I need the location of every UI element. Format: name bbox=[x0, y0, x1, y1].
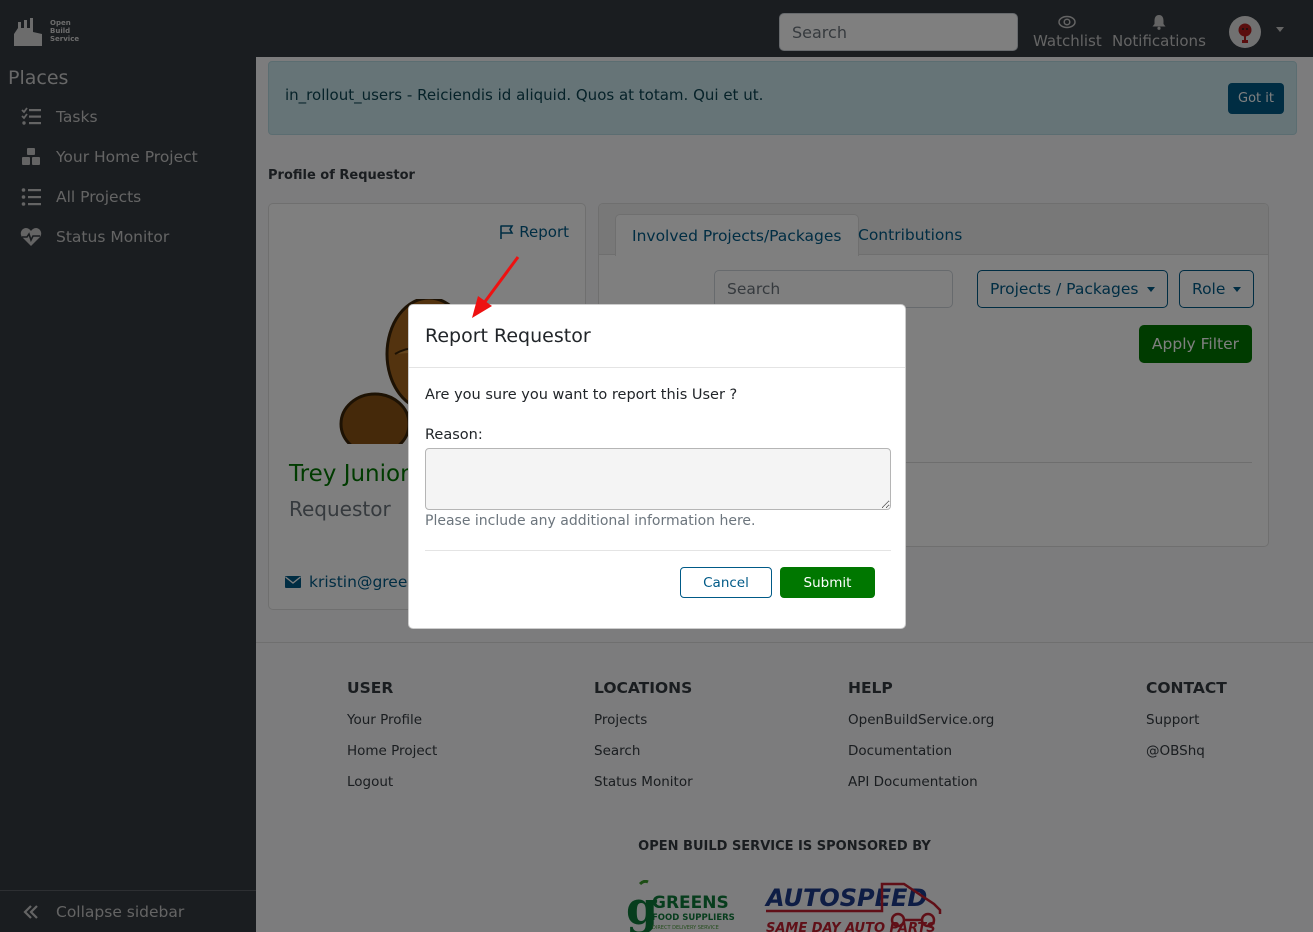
reason-label: Reason: bbox=[425, 427, 483, 443]
modal-title: Report Requestor bbox=[425, 325, 591, 347]
reason-textarea[interactable] bbox=[425, 448, 891, 510]
modal-header-divider bbox=[409, 367, 905, 368]
report-user-modal: Report Requestor Are you sure you want t… bbox=[408, 304, 906, 629]
modal-footer-divider bbox=[425, 550, 891, 551]
submit-button[interactable]: Submit bbox=[780, 567, 875, 598]
cancel-button[interactable]: Cancel bbox=[680, 567, 772, 598]
reason-help-text: Please include any additional informatio… bbox=[425, 513, 756, 529]
modal-question: Are you sure you want to report this Use… bbox=[425, 387, 738, 403]
